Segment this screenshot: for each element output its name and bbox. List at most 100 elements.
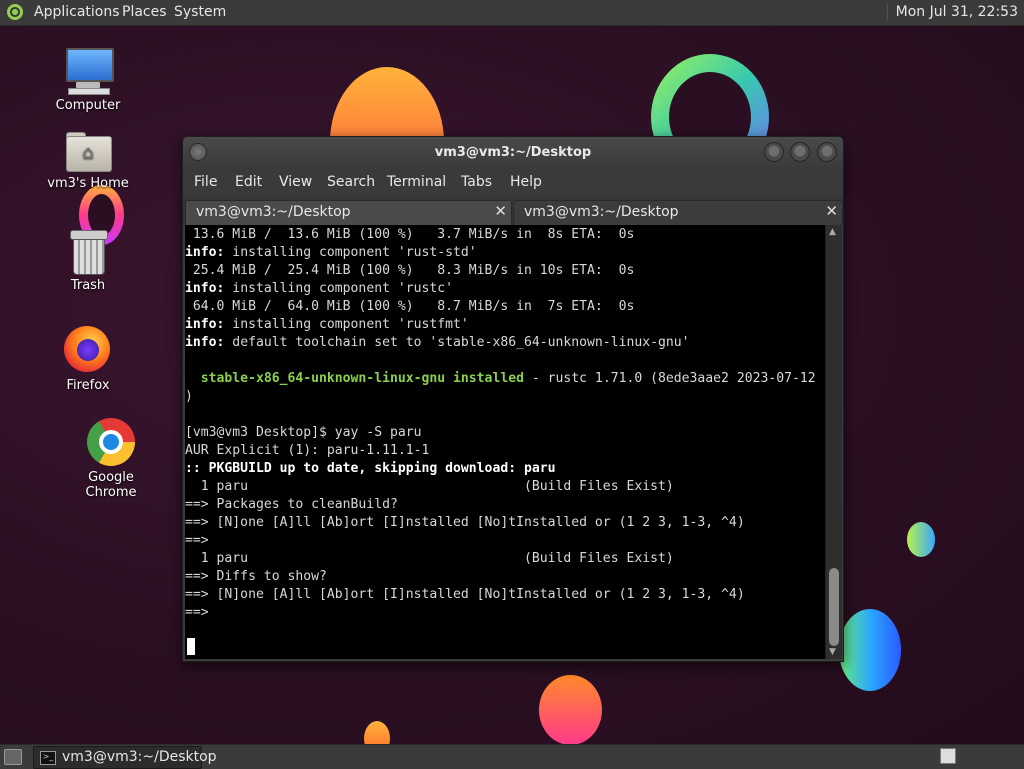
text-cursor xyxy=(187,638,195,655)
desktop-icon-firefox[interactable]: Firefox xyxy=(38,326,138,393)
line-text: ==> xyxy=(185,605,209,620)
line-text: ==> Packages to cleanBuild? xyxy=(185,497,398,512)
desktop-icon-label: Computer xyxy=(55,98,121,113)
window-title: vm3@vm3:~/Desktop xyxy=(434,145,592,160)
terminal-window: vm3@vm3:~/Desktop File Edit View Search … xyxy=(182,136,844,662)
close-icon[interactable] xyxy=(817,142,837,162)
wallpaper-blue-blob xyxy=(839,609,901,691)
window-titlebar[interactable]: vm3@vm3:~/Desktop xyxy=(183,137,843,169)
info-prefix: info: xyxy=(185,335,225,350)
tab-label: vm3@vm3:~/Desktop xyxy=(196,204,351,220)
desktop-icon-chrome[interactable]: Google Chrome xyxy=(61,418,161,500)
places-menu[interactable]: Places xyxy=(122,4,167,20)
menu-logo-icon[interactable] xyxy=(7,4,23,20)
info-prefix: info: xyxy=(185,317,225,332)
line-text: default toolchain set to 'stable-x86_64-… xyxy=(224,335,690,350)
desktop-icon-label: Google Chrome xyxy=(85,470,137,500)
line-text: ==> xyxy=(185,533,209,548)
info-prefix: info: xyxy=(185,245,225,260)
menu-edit[interactable]: Edit xyxy=(235,174,262,190)
tab-2[interactable]: vm3@vm3:~/Desktop ✕ xyxy=(513,200,843,225)
menu-view[interactable]: View xyxy=(279,174,312,190)
line-text: 64.0 MiB / 64.0 MiB (100 %) 8.7 MiB/s in… xyxy=(185,299,635,314)
toolchain-installed-text: stable-x86_64-unknown-linux-gnu installe… xyxy=(185,371,524,386)
terminal-lines: 13.6 MiB / 13.6 MiB (100 %) 3.7 MiB/s in… xyxy=(185,226,816,622)
terminal-line: info: installing component 'rust-std' xyxy=(185,244,816,262)
home-folder-icon: ⌂ xyxy=(64,130,112,172)
line-text: ) xyxy=(185,389,193,404)
scrollbar[interactable]: ▲ ▼ xyxy=(825,225,842,659)
terminal-line: ==> xyxy=(185,532,816,550)
line-text: [vm3@vm3 Desktop]$ yay -S paru xyxy=(185,425,422,440)
line-text: 13.6 MiB / 13.6 MiB (100 %) 3.7 MiB/s in… xyxy=(185,227,635,242)
taskbar-button-terminal[interactable]: >_ vm3@vm3:~/Desktop xyxy=(33,746,217,769)
wallpaper-small-blue-blob xyxy=(907,522,935,557)
desktop-icon-label: Firefox xyxy=(66,378,110,393)
line-text: 25.4 MiB / 25.4 MiB (100 %) 8.3 MiB/s in… xyxy=(185,263,635,278)
tab-label: vm3@vm3:~/Desktop xyxy=(524,204,679,220)
line-text: installing component 'rustfmt' xyxy=(224,317,469,332)
terminal-line: ==> Diffs to show? xyxy=(185,568,816,586)
line-text: 1 paru (Build Files Exist) xyxy=(185,551,674,566)
menu-tabs[interactable]: Tabs xyxy=(461,174,492,190)
line-text: installing component 'rust-std' xyxy=(224,245,477,260)
terminal-line: :: PKGBUILD up to date, skipping downloa… xyxy=(185,460,816,478)
line-text: 1 paru (Build Files Exist) xyxy=(185,479,674,494)
line-text: - rustc 1.71.0 (8ede3aae2 2023-07-12 xyxy=(523,371,816,386)
firefox-icon xyxy=(64,326,112,374)
terminal-line: 25.4 MiB / 25.4 MiB (100 %) 8.3 MiB/s in… xyxy=(185,262,816,280)
terminal-icon: >_ xyxy=(40,751,56,765)
desktop-icon-trash[interactable]: Trash xyxy=(38,230,138,293)
tab-close-icon[interactable]: ✕ xyxy=(825,202,838,220)
wallpaper-pink-blob xyxy=(539,675,602,744)
terminal-line: ==> Packages to cleanBuild? xyxy=(185,496,816,514)
minimize-icon[interactable] xyxy=(764,142,784,162)
workspace-switcher[interactable] xyxy=(940,748,956,764)
line-text: ==> [N]one [A]ll [Ab]ort [I]nstalled [No… xyxy=(185,587,745,602)
info-prefix: info: xyxy=(185,281,225,296)
menu-search[interactable]: Search xyxy=(327,174,375,190)
top-panel: Applications Places System Mon Jul 31, 2… xyxy=(0,0,1024,26)
tab-close-icon[interactable]: ✕ xyxy=(494,202,507,220)
maximize-icon[interactable] xyxy=(790,142,810,162)
desktop-icon-computer[interactable]: Computer xyxy=(38,46,138,113)
terminal-line: ==> [N]one [A]ll [Ab]ort [I]nstalled [No… xyxy=(185,586,816,604)
terminal-line: info: default toolchain set to 'stable-x… xyxy=(185,334,816,352)
line-text: ==> Diffs to show? xyxy=(185,569,327,584)
line-text: AUR Explicit (1): paru-1.11.1-1 xyxy=(185,443,430,458)
menu-help[interactable]: Help xyxy=(510,174,542,190)
scroll-up-icon[interactable]: ▲ xyxy=(829,227,836,237)
chrome-icon xyxy=(87,418,135,466)
terminal-line: stable-x86_64-unknown-linux-gnu installe… xyxy=(185,370,816,388)
terminal-line: 13.6 MiB / 13.6 MiB (100 %) 3.7 MiB/s in… xyxy=(185,226,816,244)
clock[interactable]: Mon Jul 31, 22:53 xyxy=(886,4,1018,20)
desktop-icon-label: vm3's Home xyxy=(47,176,129,191)
bottom-panel: >_ vm3@vm3:~/Desktop xyxy=(0,744,1024,769)
bold-message: :: PKGBUILD up to date, skipping downloa… xyxy=(185,461,556,476)
terminal-line: ==> xyxy=(185,604,816,622)
house-icon: ⌂ xyxy=(82,142,94,163)
wallpaper-small-orange-blob xyxy=(364,721,390,744)
terminal-line: info: installing component 'rustc' xyxy=(185,280,816,298)
terminal-output[interactable]: 13.6 MiB / 13.6 MiB (100 %) 3.7 MiB/s in… xyxy=(185,225,825,659)
trash-icon xyxy=(70,230,108,275)
applications-menu[interactable]: Applications xyxy=(34,4,120,20)
terminal-line: 1 paru (Build Files Exist) xyxy=(185,550,816,568)
taskbar-button-label: vm3@vm3:~/Desktop xyxy=(62,749,217,765)
scroll-down-icon[interactable]: ▼ xyxy=(829,647,836,657)
terminal-line: AUR Explicit (1): paru-1.11.1-1 xyxy=(185,442,816,460)
show-desktop-icon[interactable] xyxy=(4,749,22,765)
menu-bar: File Edit View Search Terminal Tabs Help xyxy=(183,169,843,197)
menu-file[interactable]: File xyxy=(194,174,217,190)
menu-terminal[interactable]: Terminal xyxy=(387,174,446,190)
tab-1[interactable]: vm3@vm3:~/Desktop ✕ xyxy=(185,200,512,225)
desktop-icon-home[interactable]: ⌂ vm3's Home xyxy=(38,130,138,191)
scrollbar-thumb[interactable] xyxy=(829,568,839,646)
terminal-line: ) xyxy=(185,388,816,406)
system-menu[interactable]: System xyxy=(174,4,226,20)
terminal-line: 64.0 MiB / 64.0 MiB (100 %) 8.7 MiB/s in… xyxy=(185,298,816,316)
terminal-line: 1 paru (Build Files Exist) xyxy=(185,478,816,496)
terminal-line: info: installing component 'rustfmt' xyxy=(185,316,816,334)
